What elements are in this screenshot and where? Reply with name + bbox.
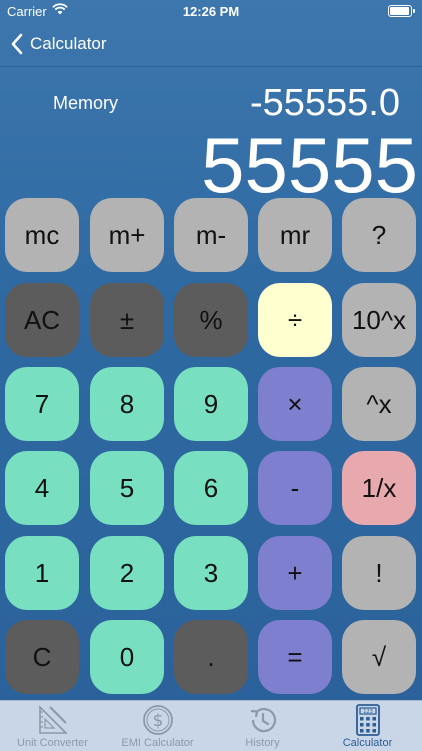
m-minus-button[interactable]: m- [174,198,248,272]
square-root-button[interactable]: √ [342,620,416,694]
tab-label: Unit Converter [17,737,88,749]
clear-button[interactable]: C [5,620,79,694]
divide-button[interactable]: ÷ [258,283,332,357]
digit-5-button[interactable]: 5 [90,451,164,525]
digit-9-button[interactable]: 9 [174,367,248,441]
memory-value: -55555.0 [249,82,400,124]
tab-calculator[interactable]: 123 Calculator [315,701,420,751]
m-plus-button[interactable]: m+ [90,198,164,272]
digit-7-button[interactable]: 7 [5,367,79,441]
mc-button[interactable]: mc [5,198,79,272]
power-button[interactable]: ^x [342,367,416,441]
ruler-triangle-icon [39,705,68,734]
back-label: Calculator [30,34,107,53]
digit-4-button[interactable]: 4 [5,451,79,525]
back-button[interactable]: Calculator [10,22,107,66]
status-bar: Carrier 12:26 PM [0,0,422,22]
digit-3-button[interactable]: 3 [174,536,248,610]
calculator-screen: Carrier 12:26 PM Calculator Memory -5555… [0,0,422,751]
digit-6-button[interactable]: 6 [174,451,248,525]
digit-1-button[interactable]: 1 [5,536,79,610]
mr-button[interactable]: mr [258,198,332,272]
all-clear-button[interactable]: AC [5,283,79,357]
minus-button[interactable]: - [258,451,332,525]
chevron-left-icon [11,33,23,55]
navigation-bar: Calculator [0,22,422,66]
decimal-point-button[interactable]: . [174,620,248,694]
tab-label: History [245,737,280,749]
nav-divider [0,66,422,67]
percent-button[interactable]: % [174,283,248,357]
tab-history[interactable]: History [210,701,315,751]
digit-2-button[interactable]: 2 [90,536,164,610]
battery-icon [388,5,415,17]
dollar-coin-icon: $ [143,705,173,735]
reciprocal-button[interactable]: 1/x [342,451,416,525]
history-clock-icon [250,707,277,733]
status-time: 12:26 PM [182,4,240,19]
svg-text:123: 123 [363,709,373,715]
digit-8-button[interactable]: 8 [90,367,164,441]
memory-label: Memory [53,93,119,113]
plus-button[interactable]: + [258,536,332,610]
help-button[interactable]: ? [342,198,416,272]
power-of-ten-button[interactable]: 10^x [342,283,416,357]
tab-label: Calculator [342,737,393,749]
multiply-button[interactable]: × [258,367,332,441]
equals-button[interactable]: = [258,620,332,694]
calculator-icon: 123 [356,704,380,736]
tab-emi-calculator[interactable]: $ EMI Calculator [105,701,210,751]
tab-unit-converter[interactable]: Unit Converter [0,701,105,751]
digit-0-button[interactable]: 0 [90,620,164,694]
plus-minus-button[interactable]: ± [90,283,164,357]
tab-label: EMI Calculator [121,737,194,749]
svg-text:$: $ [153,711,164,731]
factorial-button[interactable]: ! [342,536,416,610]
tab-bar: Unit Converter $ EMI Calculator History … [0,700,422,751]
